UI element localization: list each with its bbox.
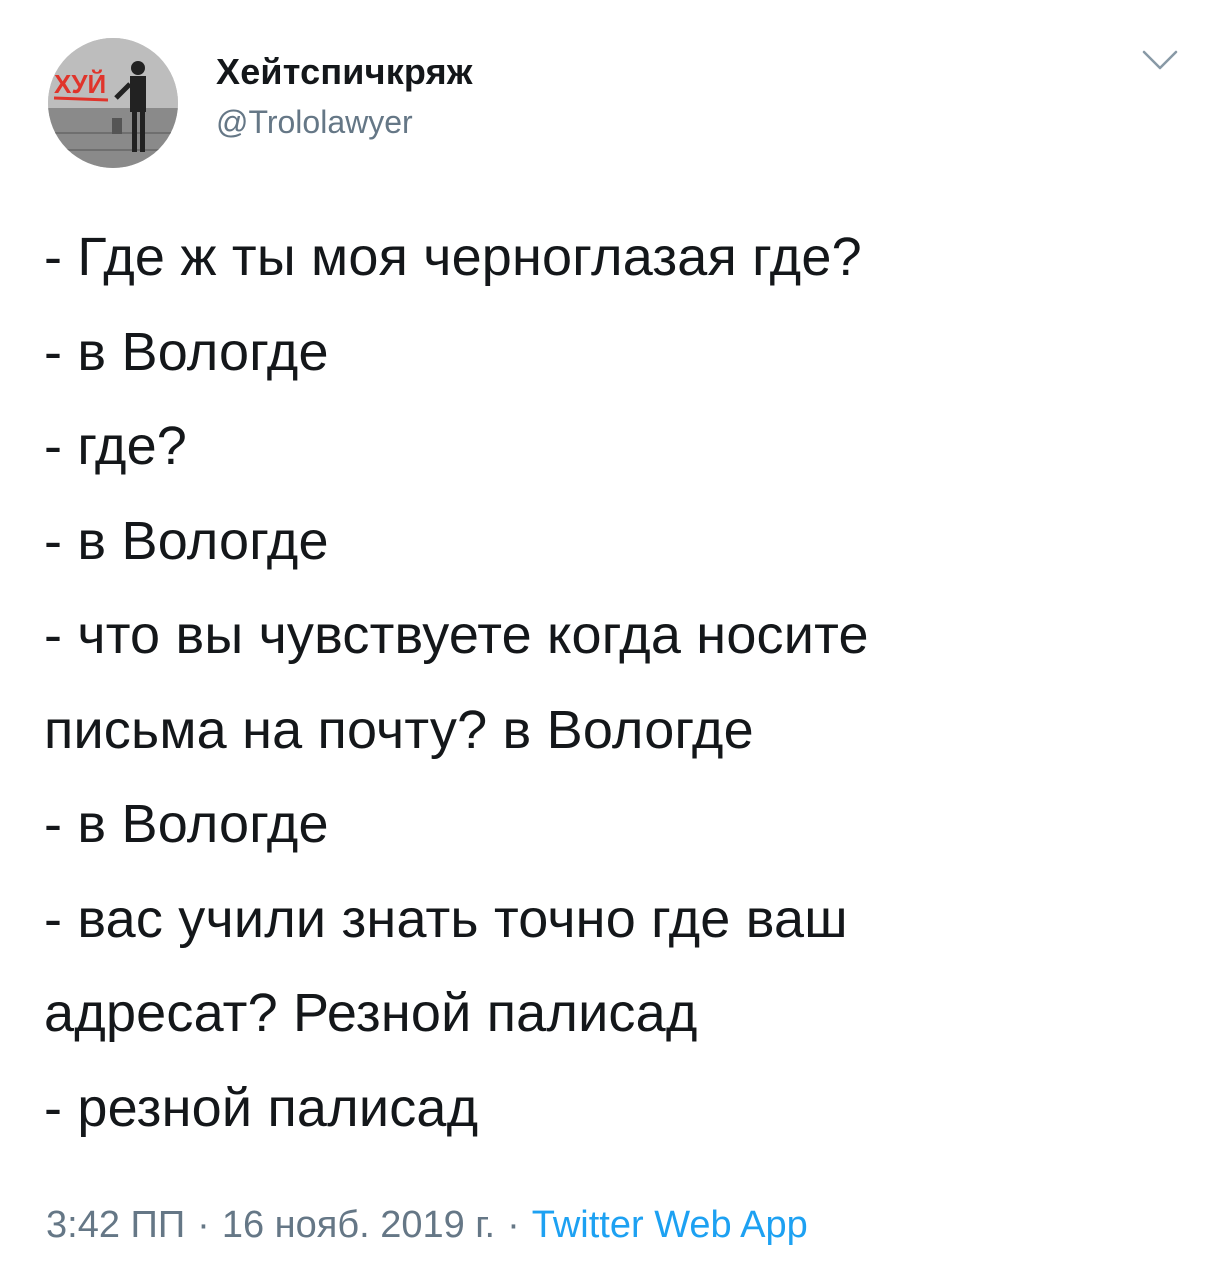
display-name[interactable]: Хейтспичкряж bbox=[216, 50, 473, 94]
avatar-graffiti-text: ХУЙ bbox=[54, 69, 106, 99]
tweet-source-link[interactable]: Twitter Web App bbox=[532, 1204, 808, 1246]
tweet-header: ХУЙ Хейтспичкряж @Trololawyer bbox=[48, 38, 1188, 178]
user-handle[interactable]: @Trololawyer bbox=[216, 100, 473, 144]
avatar-image: ХУЙ bbox=[48, 38, 178, 168]
tweet-card: ХУЙ Хейтспичкряж @Trololawyer - Где ж ты… bbox=[0, 0, 1221, 1280]
tweet-meta: 3:42 ПП · 16 нояб. 2019 г. · Twitter Web App bbox=[46, 1200, 808, 1250]
tweet-text: - Где ж ты моя черноглазая где? - в Воло… bbox=[44, 227, 869, 1138]
separator: · bbox=[507, 1204, 520, 1246]
tweet-time[interactable]: 3:42 ПП bbox=[46, 1204, 185, 1246]
separator: · bbox=[197, 1204, 210, 1246]
author-names: Хейтспичкряж @Trololawyer bbox=[216, 50, 473, 144]
chevron-down-icon[interactable] bbox=[1140, 46, 1180, 76]
avatar[interactable]: ХУЙ bbox=[48, 38, 178, 168]
tweet-date[interactable]: 16 нояб. 2019 г. bbox=[222, 1204, 495, 1246]
